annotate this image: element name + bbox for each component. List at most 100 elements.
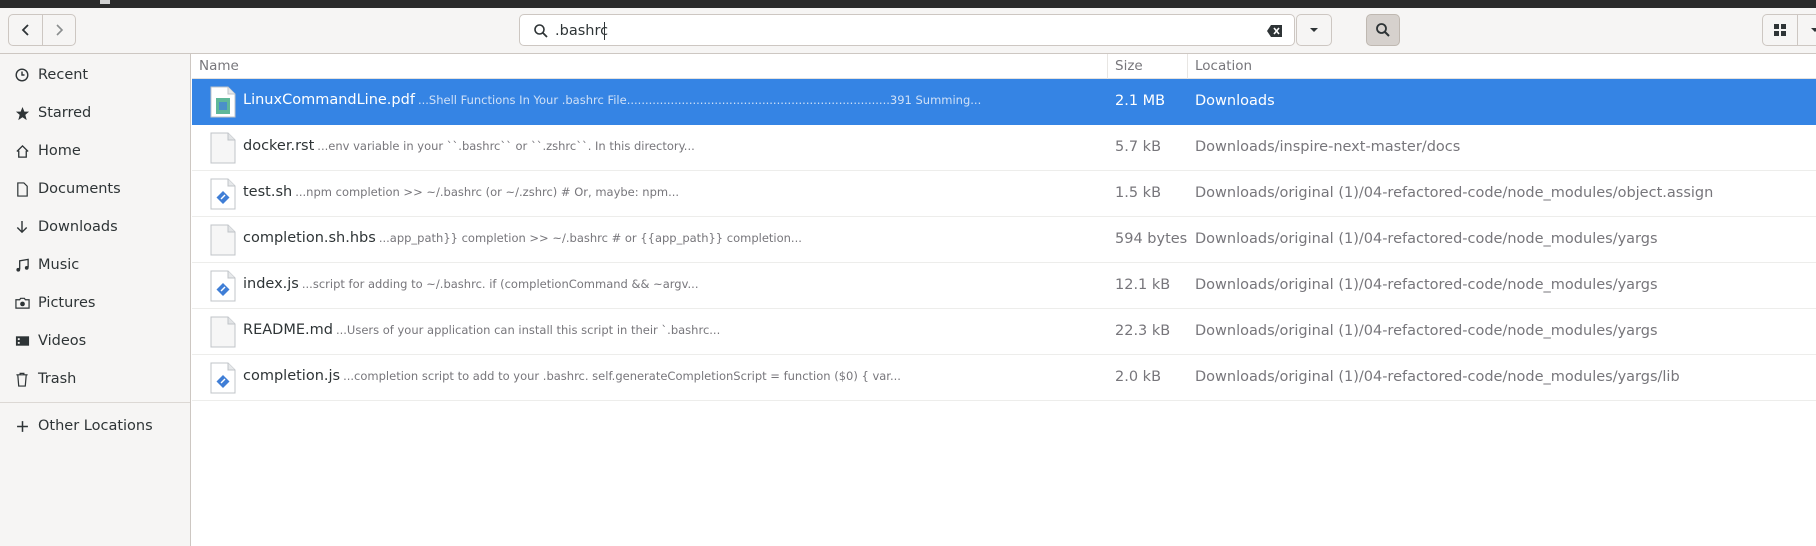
file-snippet: ...env variable in your ``.bashrc`` or `…: [317, 139, 695, 153]
home-icon: [14, 143, 30, 159]
chevron-left-icon: [21, 24, 29, 36]
sidebar-item-documents[interactable]: Documents: [0, 171, 190, 207]
file-name: completion.js: [243, 368, 341, 384]
download-icon: [14, 219, 30, 235]
file-location: Downloads/original (1)/04-refactored-cod…: [1195, 185, 1714, 201]
camera-icon: [14, 295, 30, 311]
sidebar-item-label: Starred: [38, 105, 92, 121]
file-row[interactable]: LinuxCommandLine.pdf ...Shell Functions I…: [192, 79, 1816, 125]
sidebar-item-label: Pictures: [38, 295, 96, 311]
file-name: README.md: [243, 322, 333, 338]
sidebar-item-home[interactable]: Home: [0, 133, 190, 169]
file-location: Downloads: [1195, 93, 1275, 109]
file-size: 1.5 kB: [1115, 185, 1162, 201]
sidebar-item-pictures[interactable]: Pictures: [0, 285, 190, 321]
document-icon: [14, 181, 30, 197]
search-toggle-button[interactable]: [1366, 14, 1400, 46]
file-row[interactable]: completion.sh.hbs ...app_path}} completio…: [192, 217, 1816, 263]
sidebar-item-music[interactable]: Music: [0, 247, 190, 283]
text-file-icon: [210, 224, 236, 256]
file-location: Downloads/original (1)/04-refactored-cod…: [1195, 369, 1680, 385]
script-file-icon: [210, 178, 236, 210]
file-list-view: Name Size Location LinuxCommandLine.pdf.…: [192, 54, 1816, 546]
trash-icon: [14, 371, 30, 387]
file-snippet: ...Users of your application can install…: [335, 323, 721, 337]
text-file-icon: [210, 316, 236, 348]
search-input[interactable]: [555, 20, 1235, 42]
column-header-location[interactable]: Location: [1195, 58, 1252, 74]
file-snippet: ...completion script to add to your .bas…: [343, 369, 901, 383]
search-options-button[interactable]: [1296, 14, 1332, 46]
file-row[interactable]: completion.js ...completion script to add…: [192, 355, 1816, 401]
window-top-strip: [0, 0, 1816, 8]
navigation-buttons: [8, 14, 76, 46]
music-icon: [14, 257, 30, 273]
chevron-right-icon: [56, 24, 64, 36]
file-name: index.js: [243, 276, 299, 292]
grid-icon: [1774, 24, 1786, 36]
sidebar-item-label: Documents: [38, 181, 121, 197]
sidebar-item-label: Music: [38, 257, 80, 273]
column-header-size[interactable]: Size: [1115, 58, 1143, 74]
sidebar-item-label: Trash: [38, 371, 77, 387]
file-location: Downloads/original (1)/04-refactored-cod…: [1195, 277, 1658, 293]
file-snippet: ...npm completion >> ~/.bashrc (or ~/.zs…: [295, 185, 680, 199]
file-name: LinuxCommandLine.pdf: [243, 92, 415, 108]
file-size: 2.1 MB: [1115, 93, 1166, 109]
search-field[interactable]: [519, 14, 1295, 46]
video-icon: [14, 333, 30, 349]
clock-icon: [14, 67, 30, 83]
file-name: test.sh: [243, 184, 293, 200]
grid-view-button[interactable]: [1763, 15, 1797, 45]
sidebar-item-recent[interactable]: Recent: [0, 57, 190, 93]
text-file-icon: [210, 132, 236, 164]
file-snippet: ...Shell Functions In Your .bashrc File.…: [417, 93, 982, 107]
file-size: 2.0 kB: [1115, 369, 1162, 385]
sidebar-item-downloads[interactable]: Downloads: [0, 209, 190, 245]
chevron-down-icon: [1810, 28, 1816, 32]
sidebar-item-label: Recent: [38, 67, 89, 83]
script-file-icon: [210, 270, 236, 302]
column-header-name[interactable]: Name: [199, 58, 239, 74]
sidebar-item-trash[interactable]: Trash: [0, 361, 190, 397]
file-name: docker.rst: [243, 138, 315, 154]
text-cursor: [604, 22, 605, 40]
forward-button[interactable]: [42, 15, 75, 45]
file-name: completion.sh.hbs: [243, 230, 376, 246]
header-bar: [0, 8, 1816, 54]
file-row[interactable]: test.sh ...npm completion >> ~/.bashrc (o…: [192, 171, 1816, 217]
pdf-file-icon: [210, 86, 236, 118]
column-header-row: Name Size Location: [192, 54, 1816, 79]
file-row[interactable]: docker.rst ...env variable in your ``.bas…: [192, 125, 1816, 171]
file-size: 594 bytes: [1115, 231, 1188, 247]
file-size: 22.3 kB: [1115, 323, 1171, 339]
file-location: Downloads/original (1)/04-refactored-cod…: [1195, 323, 1658, 339]
chevron-down-icon: [1310, 28, 1318, 32]
file-snippet: ...script for adding to ~/.bashrc. if (c…: [301, 277, 699, 291]
clear-text-icon[interactable]: [1266, 23, 1284, 39]
file-size: 5.7 kB: [1115, 139, 1162, 155]
file-location: Downloads/original (1)/04-refactored-cod…: [1195, 231, 1658, 247]
sidebar-item-label: Videos: [38, 333, 87, 349]
view-options-button[interactable]: [1797, 15, 1816, 45]
sidebar-item-label: Downloads: [38, 219, 118, 235]
script-file-icon: [210, 362, 236, 394]
sidebar-item-other-locations[interactable]: Other Locations: [0, 408, 190, 444]
file-location: Downloads/inspire-next-master/docs: [1195, 139, 1461, 155]
back-button[interactable]: [9, 15, 42, 45]
column-divider: [1187, 54, 1188, 79]
file-snippet: ...app_path}} completion >> ~/.bashrc # …: [378, 231, 802, 245]
file-row[interactable]: README.md ...Users of your application ca…: [192, 309, 1816, 355]
search-icon: [1376, 23, 1390, 37]
sidebar-item-videos[interactable]: Videos: [0, 323, 190, 359]
sidebar-item-label: Other Locations: [38, 418, 153, 434]
column-divider: [1107, 54, 1108, 79]
file-size: 12.1 kB: [1115, 277, 1171, 293]
top-strip-mark: [100, 0, 110, 4]
file-row[interactable]: index.js ...script for adding to ~/.bashr…: [192, 263, 1816, 309]
star-icon: [14, 105, 30, 121]
search-icon: [534, 24, 548, 38]
plus-icon: [14, 418, 30, 434]
places-sidebar: Recent Starred Home Documents Downloads …: [0, 54, 191, 546]
sidebar-item-starred[interactable]: Starred: [0, 95, 190, 131]
